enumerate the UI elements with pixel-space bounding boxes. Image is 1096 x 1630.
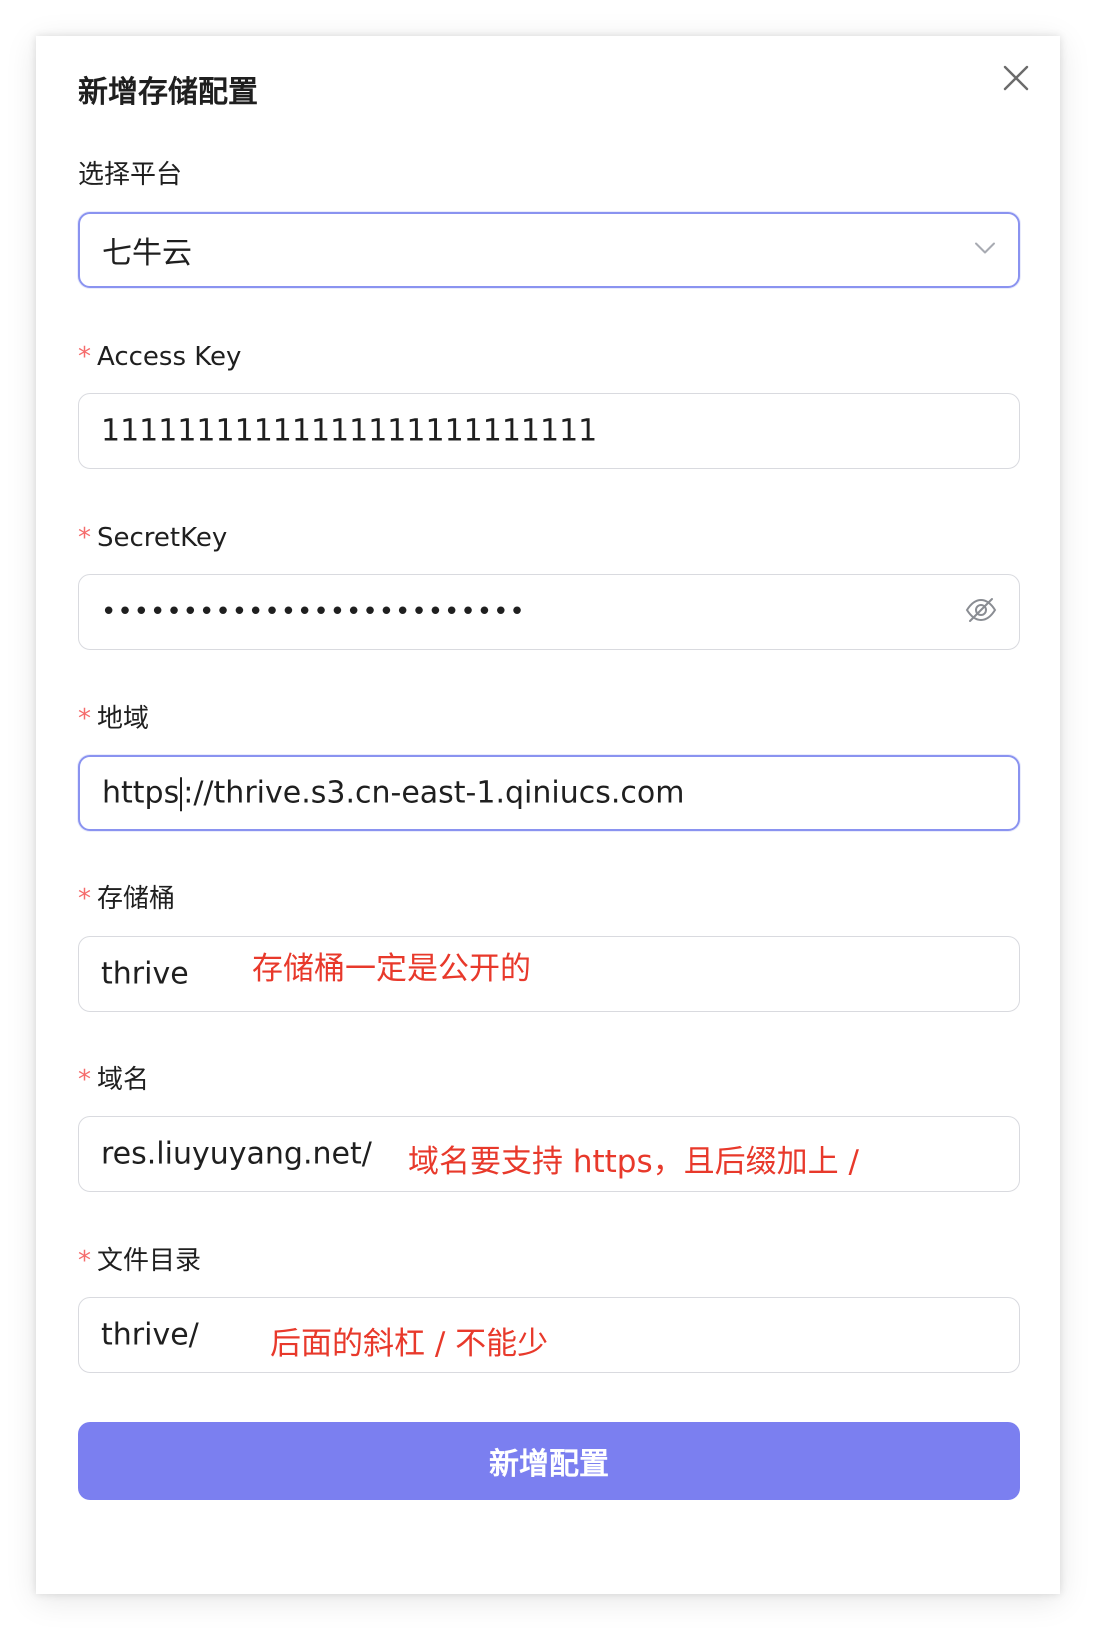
- add-storage-config-dialog: 新增存储配置 选择平台 七牛云 * Access Key 111111111111…: [36, 36, 1060, 1594]
- text-caret: [180, 776, 183, 811]
- chevron-down-icon: [974, 241, 996, 260]
- bucket-input[interactable]: thrive: [78, 936, 1020, 1012]
- region-label-text: 地域: [97, 704, 150, 734]
- eye-off-icon[interactable]: [965, 596, 997, 628]
- secret-key-input[interactable]: ••••••••••••••••••••••••••: [78, 574, 1020, 650]
- required-mark: *: [78, 884, 91, 914]
- domain-annotation: 域名要支持 https，且后缀加上 /: [402, 1142, 865, 1182]
- access-key-label: * Access Key: [78, 340, 241, 374]
- required-mark: *: [78, 523, 91, 553]
- platform-select[interactable]: 七牛云: [78, 212, 1020, 288]
- region-value-start: https: [102, 775, 180, 811]
- required-mark: *: [78, 342, 91, 372]
- page: 新增存储配置 选择平台 七牛云 * Access Key 111111111111…: [0, 0, 1096, 1630]
- bucket-label-text: 存储桶: [97, 884, 176, 914]
- secret-key-value: ••••••••••••••••••••••••••: [101, 597, 526, 627]
- required-mark: *: [78, 704, 91, 734]
- directory-annotation: 后面的斜杠 / 不能少: [264, 1324, 555, 1364]
- domain-label: * 域名: [78, 1063, 149, 1097]
- directory-value: thrive/: [101, 1317, 199, 1353]
- access-key-value: 11111111111111111111111111: [101, 413, 598, 449]
- bucket-annotation: 存储桶一定是公开的: [246, 949, 537, 989]
- platform-label: 选择平台: [78, 158, 182, 192]
- region-value-end: ://thrive.s3.cn-east-1.qiniucs.com: [183, 775, 685, 811]
- required-mark: *: [78, 1065, 91, 1095]
- secret-key-label-text: SecretKey: [97, 523, 228, 553]
- access-key-label-text: Access Key: [97, 342, 242, 372]
- directory-label: * 文件目录: [78, 1244, 201, 1278]
- close-icon[interactable]: [1002, 64, 1030, 92]
- platform-select-value: 七牛云: [102, 236, 192, 271]
- directory-label-text: 文件目录: [97, 1246, 202, 1276]
- region-value: https://thrive.s3.cn-east-1.qiniucs.com: [102, 775, 684, 811]
- required-mark: *: [78, 1246, 91, 1276]
- secret-key-label: * SecretKey: [78, 521, 227, 555]
- access-key-input[interactable]: 11111111111111111111111111: [78, 393, 1020, 469]
- region-label: * 地域: [78, 702, 149, 736]
- bucket-value: thrive: [101, 956, 189, 992]
- domain-label-text: 域名: [97, 1065, 150, 1095]
- domain-value: res.liuyuyang.net/: [101, 1136, 372, 1172]
- bucket-label: * 存储桶: [78, 882, 175, 916]
- dialog-title: 新增存储配置: [78, 75, 258, 110]
- platform-label-text: 选择平台: [78, 160, 183, 190]
- region-input[interactable]: https://thrive.s3.cn-east-1.qiniucs.com: [78, 755, 1020, 831]
- add-config-button[interactable]: 新增配置: [78, 1422, 1020, 1500]
